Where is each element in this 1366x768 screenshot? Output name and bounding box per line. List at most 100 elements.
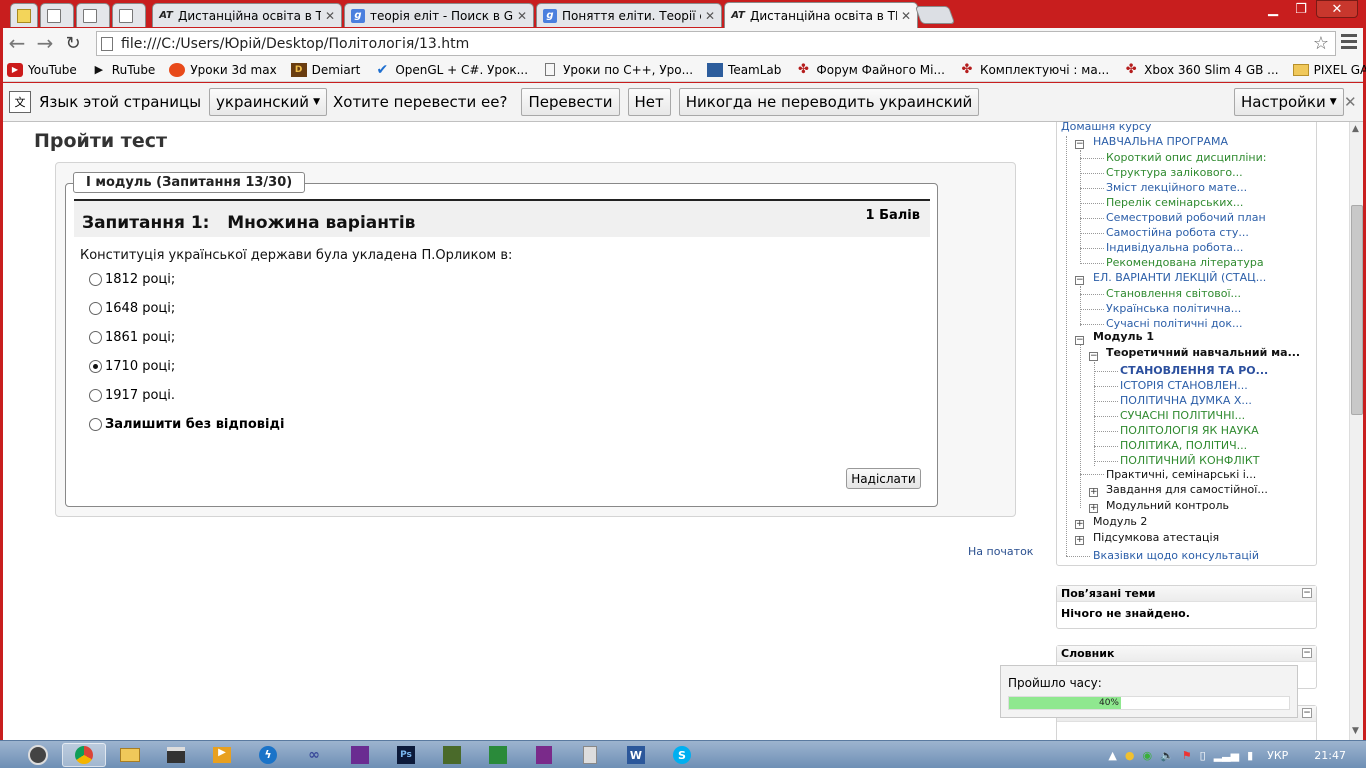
tab-close-icon[interactable]: ✕ (705, 9, 715, 23)
network-signal-icon[interactable]: ▂▃▅ (1214, 749, 1239, 762)
bookmark-star-icon[interactable]: ☆ (1313, 33, 1329, 54)
tab-pinned-3[interactable] (76, 3, 110, 27)
radio-button[interactable] (89, 302, 102, 315)
answer-option[interactable]: 1917 році. (89, 388, 175, 403)
bookmark-3dmax[interactable]: Уроки 3d max (169, 62, 277, 77)
taskbar-winrar-icon[interactable] (522, 743, 566, 767)
tree-item[interactable]: ПОЛІТОЛОГІЯ ЯК НАУКА (1120, 424, 1259, 437)
tree-item[interactable]: Модульний контроль (1106, 499, 1229, 512)
tab-close-icon[interactable]: ✕ (517, 9, 527, 23)
tree-item[interactable]: Сучасні політичні док... (1106, 317, 1243, 330)
tab-pinned-2[interactable] (40, 3, 74, 27)
tree-item[interactable]: НАВЧАЛЬНА ПРОГРАМА (1093, 135, 1228, 148)
bookmark-forum[interactable]: ✤ Форум Файного Мі... (795, 62, 945, 77)
collapse-block-icon[interactable]: − (1302, 648, 1312, 658)
tree-item[interactable]: Практичні, семінарські і... (1106, 468, 1256, 481)
tree-item[interactable]: Підсумкова атестація (1093, 531, 1219, 544)
tree-item[interactable]: Українська політична... (1106, 302, 1241, 315)
tree-item[interactable]: Структура залікового... (1106, 166, 1243, 179)
radio-button-checked[interactable] (89, 360, 102, 373)
taskbar-calculator-icon[interactable] (568, 743, 612, 767)
answer-option[interactable]: 1812 році; (89, 272, 175, 287)
taskbar-media-player-icon[interactable]: ▶ (200, 743, 244, 767)
radio-button[interactable] (89, 331, 102, 344)
expand-toggle[interactable]: + (1089, 504, 1098, 513)
taskbar-photoshop-icon[interactable]: Ps (384, 743, 428, 767)
expand-toggle[interactable]: + (1075, 520, 1084, 529)
translate-button[interactable]: Перевести (521, 88, 620, 116)
radio-button[interactable] (89, 273, 102, 286)
submit-button[interactable]: Надіслати (846, 468, 921, 489)
tray-app-icon[interactable]: ▯ (1200, 749, 1206, 762)
tray-expand-icon[interactable]: ▲ (1108, 749, 1116, 762)
tree-item[interactable]: Рекомендована література (1106, 256, 1264, 269)
tray-app-icon[interactable]: ● (1125, 749, 1135, 762)
course-home-link[interactable]: Домашня курсу (1061, 122, 1151, 133)
tree-item[interactable]: Індивідуальна робота... (1106, 241, 1243, 254)
bookmark-demiart[interactable]: D Demiart (290, 62, 360, 77)
collapse-toggle[interactable]: − (1075, 336, 1084, 345)
taskbar-chrome-icon[interactable] (62, 743, 106, 767)
minimize-button[interactable]: ▁ (1260, 0, 1286, 18)
answer-option-selected[interactable]: 1710 році; (89, 359, 175, 374)
tab-google-search[interactable]: g теорія еліт - Поиск в Goo ✕ (344, 3, 534, 27)
tree-item[interactable]: Модуль 1 (1093, 330, 1154, 343)
bookmark-pixel-games[interactable]: PIXEL GAMES (1292, 63, 1366, 77)
answer-option[interactable]: 1648 році; (89, 301, 175, 316)
scrollbar-thumb[interactable] (1351, 205, 1363, 415)
expand-toggle[interactable]: + (1089, 488, 1098, 497)
new-tab-button[interactable] (914, 6, 956, 24)
tray-flag-icon[interactable]: ⚑ (1182, 749, 1192, 762)
tray-app-icon[interactable]: ▮ (1247, 749, 1253, 762)
scroll-down-icon[interactable]: ▼ (1352, 726, 1359, 736)
answer-option-skip[interactable]: Залишити без відповіді (89, 417, 284, 432)
translate-settings-button[interactable]: Настройки ▼ (1234, 88, 1344, 116)
page-scrollbar[interactable]: ▲ ▼ (1349, 122, 1363, 740)
chrome-menu-button[interactable] (1341, 34, 1357, 50)
taskbar-skype-icon[interactable]: S (660, 743, 704, 767)
forward-button[interactable]: → (31, 29, 59, 57)
collapse-toggle[interactable]: − (1075, 276, 1084, 285)
volume-icon[interactable]: 🔈 (1160, 749, 1174, 762)
close-window-button[interactable]: ✕ (1316, 0, 1358, 18)
scroll-up-icon[interactable]: ▲ (1352, 124, 1359, 134)
tab-distance-edu-1[interactable]: AT Дистанційна освіта в ТНТ ✕ (152, 3, 342, 27)
tree-item[interactable]: Перелік семінарських... (1106, 196, 1243, 209)
bookmark-youtube[interactable]: ▶ YouTube (7, 62, 77, 77)
collapse-block-icon[interactable]: − (1302, 588, 1312, 598)
taskbar-mask-icon[interactable]: ∞ (292, 743, 336, 767)
tree-item[interactable]: Становлення світової... (1106, 287, 1241, 300)
tree-item[interactable]: ПОЛІТИЧНА ДУМКА Х... (1120, 394, 1252, 407)
radio-button[interactable] (89, 418, 102, 431)
taskbar-visual-studio-icon[interactable] (338, 743, 382, 767)
tree-item[interactable]: ІСТОРІЯ СТАНОВЛЕН... (1120, 379, 1248, 392)
tree-item[interactable]: Вказівки щодо консультацій (1093, 549, 1259, 562)
tree-item[interactable]: Семестровий робочий план (1106, 211, 1266, 224)
bookmark-rutube[interactable]: ▶ RuTube (91, 63, 156, 77)
bookmark-cpp[interactable]: Уроки по C++, Уро... (542, 63, 693, 77)
tree-item[interactable]: ЕЛ. ВАРІАНТИ ЛЕКЦІЙ (СТАЦ... (1093, 271, 1266, 284)
clock[interactable]: 21:47 (1314, 749, 1346, 762)
taskbar-explorer-icon[interactable] (108, 743, 152, 767)
tray-app-icon[interactable]: ◉ (1142, 749, 1152, 762)
collapse-toggle[interactable]: − (1075, 140, 1084, 149)
collapse-toggle[interactable]: − (1089, 352, 1098, 361)
taskbar-app-icon[interactable] (430, 743, 474, 767)
tree-item[interactable]: ПОЛІТИКА, ПОЛІТИЧ... (1120, 439, 1247, 452)
bookmark-opengl[interactable]: ✔ OpenGL + C#. Урок... (374, 62, 528, 78)
tree-item[interactable]: Самостійна робота сту... (1106, 226, 1249, 239)
expand-toggle[interactable]: + (1075, 536, 1084, 545)
answer-option[interactable]: 1861 році; (89, 330, 175, 345)
tree-item[interactable]: Короткий опис дисципліни: (1106, 151, 1266, 164)
reload-button[interactable]: ↻ (59, 29, 87, 57)
taskbar-clapper-icon[interactable] (154, 743, 198, 767)
tab-distance-edu-active[interactable]: AT Дистанційна освіта в ТНТ ✕ (724, 2, 918, 28)
tab-pinned-1[interactable] (10, 3, 38, 27)
translate-lang-select[interactable]: украинский ▼ (209, 88, 327, 116)
tab-close-icon[interactable]: ✕ (901, 9, 911, 23)
tree-item[interactable]: Модуль 2 (1093, 515, 1147, 528)
tab-pinned-4[interactable] (112, 3, 146, 27)
tree-item[interactable]: ПОЛІТИЧНИЙ КОНФЛІКТ (1120, 454, 1259, 467)
tab-elite-theory[interactable]: g Поняття еліти. Теорії еліт ✕ (536, 3, 722, 27)
maximize-button[interactable]: ❐ (1288, 0, 1314, 18)
